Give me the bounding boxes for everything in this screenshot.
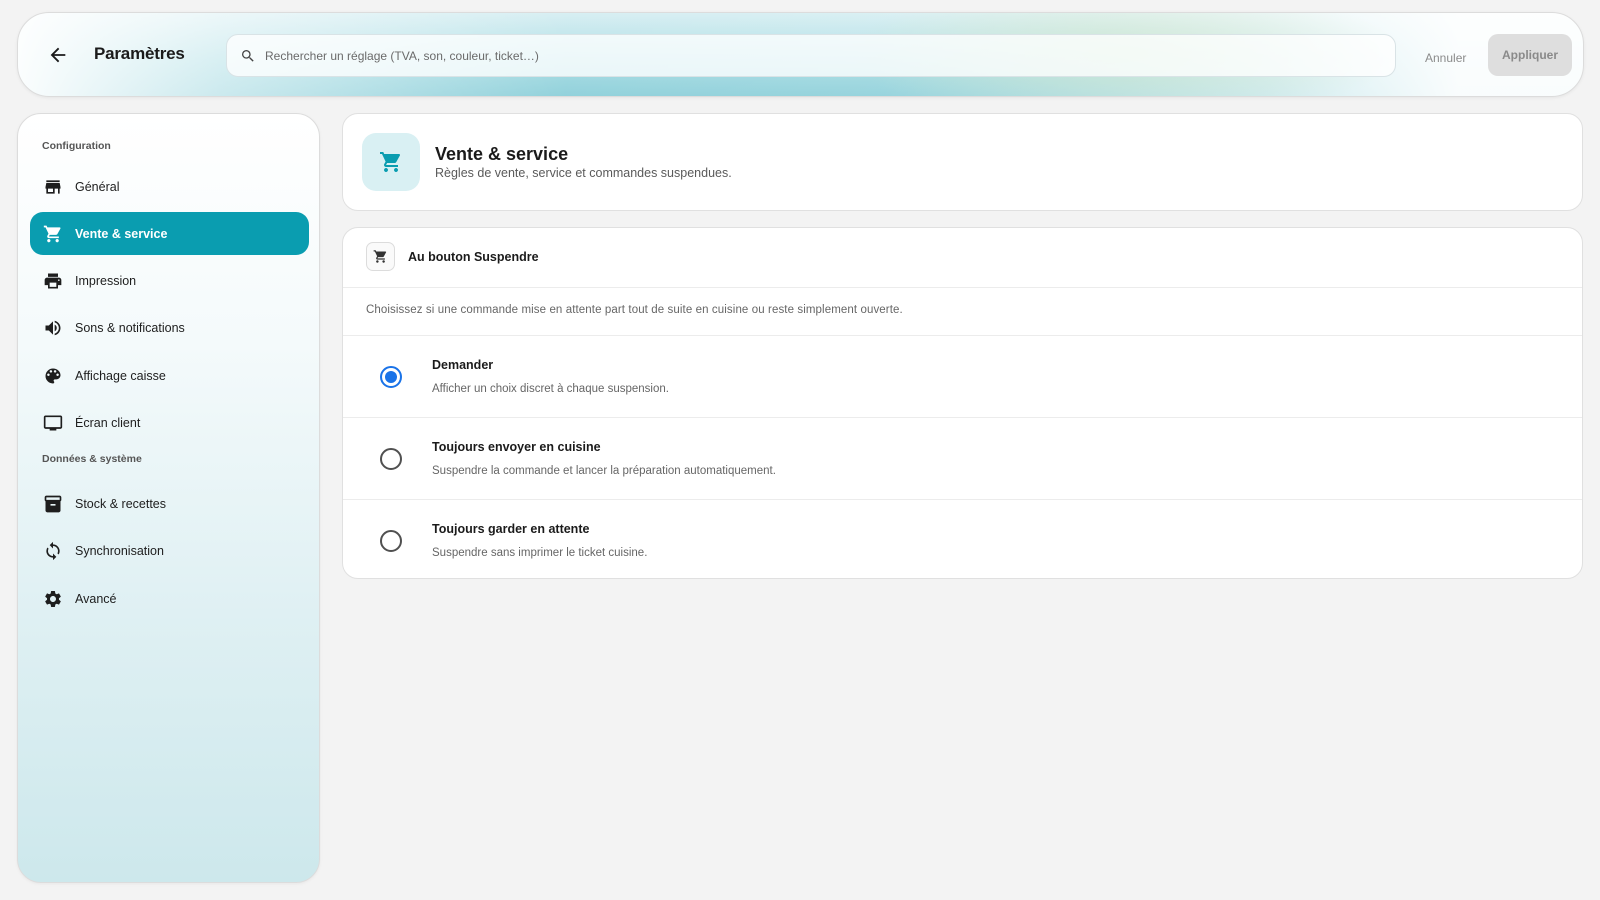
monitor-icon xyxy=(42,412,64,434)
sidebar-item-label: Écran client xyxy=(75,415,141,430)
printer-icon xyxy=(42,270,64,292)
radio-button-selected[interactable] xyxy=(380,366,402,388)
sidebar-item-sons-notifications[interactable]: Sons & notifications xyxy=(30,306,309,349)
sidebar-item-stock-recettes[interactable]: Stock & recettes xyxy=(30,482,309,525)
card-title: Au bouton Suspendre xyxy=(408,250,539,264)
sidebar-item-label: Synchronisation xyxy=(75,543,164,558)
option-subtitle: Suspendre la commande et lancer la prépa… xyxy=(432,465,776,477)
cart-icon xyxy=(362,133,420,191)
apply-button[interactable]: Appliquer xyxy=(1488,34,1572,76)
sidebar-item-vente-service[interactable]: Vente & service xyxy=(30,212,309,255)
top-bar: Paramètres Annuler Appliquer xyxy=(17,12,1584,97)
sidebar-section-configuration: Configuration xyxy=(42,140,111,152)
card-header: Au bouton Suspendre xyxy=(343,228,1582,288)
option-title: Toujours envoyer en cuisine xyxy=(432,440,601,454)
page-title: Paramètres xyxy=(94,44,185,63)
sidebar-item-impression[interactable]: Impression xyxy=(30,259,309,302)
sidebar-item-label: Avancé xyxy=(75,591,117,606)
sidebar-item-label: Impression xyxy=(75,273,137,288)
option-demander[interactable]: Demander Afficher un choix discret à cha… xyxy=(343,335,1582,417)
section-title: Vente & service xyxy=(435,144,569,164)
section-subtitle: Règles de vente, service et commandes su… xyxy=(435,166,732,180)
arrow-left-icon xyxy=(50,47,66,63)
store-icon xyxy=(42,176,64,198)
sidebar-item-ecran-client[interactable]: Écran client xyxy=(30,401,309,444)
option-title: Demander xyxy=(432,358,494,372)
sidebar: Configuration Général Vente & service Im… xyxy=(17,113,320,883)
sidebar-item-avance[interactable]: Avancé xyxy=(30,577,309,620)
sidebar-item-label: Affichage caisse xyxy=(75,368,166,383)
gear-icon xyxy=(42,588,64,610)
volume-icon xyxy=(42,317,64,339)
sync-icon xyxy=(42,540,64,562)
archive-icon xyxy=(42,493,64,515)
section-header-card: Vente & service Règles de vente, service… xyxy=(342,113,1583,211)
sidebar-item-label: Général xyxy=(75,179,120,194)
palette-icon xyxy=(42,365,64,387)
sidebar-item-affichage-caisse[interactable]: Affichage caisse xyxy=(30,354,309,397)
radio-button[interactable] xyxy=(380,448,402,470)
card-description: Choisissez si une commande mise en atten… xyxy=(366,304,903,316)
sidebar-item-synchronisation[interactable]: Synchronisation xyxy=(30,529,309,572)
option-subtitle: Suspendre sans imprimer le ticket cuisin… xyxy=(432,547,648,559)
sidebar-item-label: Stock & recettes xyxy=(75,496,167,511)
search-icon xyxy=(239,47,257,65)
sidebar-section-donnees-systeme: Données & système xyxy=(42,453,142,465)
option-toujours-envoyer-en-cuisine[interactable]: Toujours envoyer en cuisine Suspendre la… xyxy=(343,417,1582,499)
cart-icon xyxy=(42,223,64,245)
sidebar-item-label: Vente & service xyxy=(75,226,168,241)
radio-button[interactable] xyxy=(380,530,402,552)
sidebar-item-label: Sons & notifications xyxy=(75,320,185,335)
search-input[interactable] xyxy=(265,35,1365,76)
option-title: Toujours garder en attente xyxy=(432,522,590,536)
suspend-options-card: Au bouton Suspendre Choisissez si une co… xyxy=(342,227,1583,579)
back-button[interactable] xyxy=(40,37,76,73)
option-toujours-garder-en-attente[interactable]: Toujours garder en attente Suspendre san… xyxy=(343,499,1582,578)
option-subtitle: Afficher un choix discret à chaque suspe… xyxy=(432,383,669,395)
cancel-button[interactable]: Annuler xyxy=(1425,51,1466,65)
search-bar[interactable] xyxy=(226,34,1396,77)
sidebar-item-general[interactable]: Général xyxy=(30,165,309,208)
cart-icon xyxy=(366,242,395,271)
